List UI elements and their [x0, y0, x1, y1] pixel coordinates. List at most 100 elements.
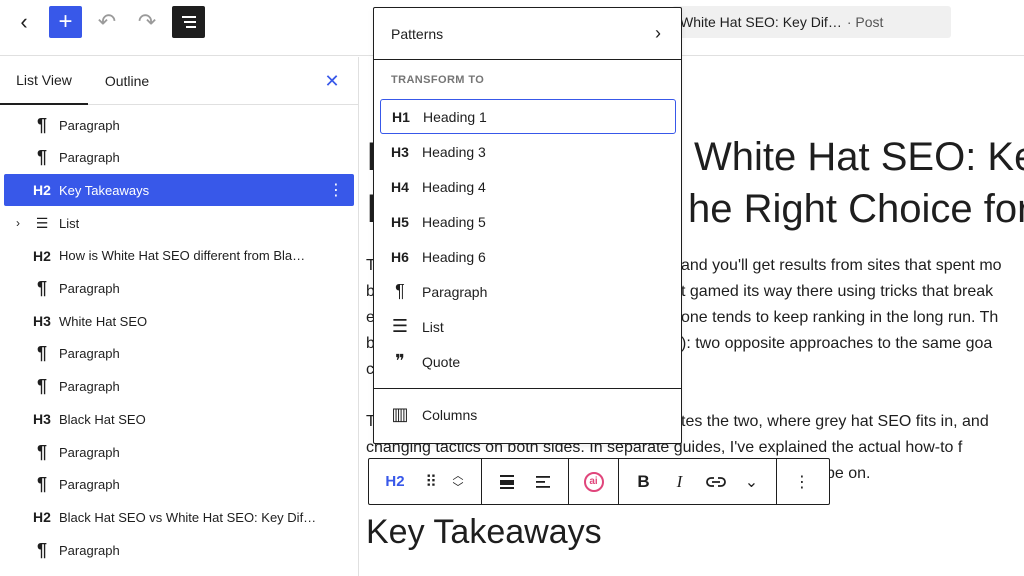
- heading-icon: H4: [391, 178, 409, 195]
- list-view-row[interactable]: ¶ Paragraph: [4, 273, 354, 305]
- heading-icon: H2: [33, 509, 51, 526]
- tab-list-view[interactable]: List View: [0, 57, 88, 105]
- expand-chevron-icon[interactable]: ›: [10, 216, 26, 230]
- list-view-row-label: White Hat SEO: [59, 313, 148, 329]
- list-view-row[interactable]: H2 Key Takeaways ⋮: [4, 174, 354, 207]
- list-view-row-label: Paragraph: [59, 542, 120, 558]
- transform-option-label: Heading 4: [422, 178, 486, 195]
- list-view-row-label: Paragraph: [59, 346, 120, 362]
- ai-assistant-button[interactable]: ai: [576, 464, 612, 500]
- transform-heading-1[interactable]: H1 Heading 1: [380, 99, 676, 134]
- patterns-label: Patterns: [391, 25, 444, 42]
- paragraph-icon: ¶: [36, 147, 47, 168]
- transform-heading-3[interactable]: H3 Heading 3: [380, 134, 676, 169]
- heading-icon: H6: [391, 248, 409, 265]
- list-view-row-label: Paragraph: [59, 379, 120, 395]
- key-takeaways-heading[interactable]: Key Takeaways: [366, 513, 602, 552]
- transform-option-label: Quote: [422, 353, 461, 370]
- move-down-icon[interactable]: ﹀: [453, 482, 464, 494]
- transform-quote[interactable]: ❞ Quote: [380, 344, 676, 379]
- italic-button[interactable]: I: [662, 464, 698, 500]
- para-line-1[interactable]: t gamed its way there using tricks that …: [681, 279, 993, 305]
- list-view-row[interactable]: H3 Black Hat SEO: [4, 403, 354, 435]
- drag-handle-icon[interactable]: ⠿: [417, 464, 445, 500]
- sidebar-tabs: List View Outline ✕: [0, 57, 358, 105]
- transform-option-label: List: [422, 318, 444, 335]
- list-view-row[interactable]: ¶ Paragraph: [4, 371, 354, 403]
- align-left-icon: [536, 475, 550, 488]
- list-view-row-label: Black Hat SEO vs White Hat SEO: Key Dif…: [59, 509, 317, 525]
- paragraph-icon: ¶: [36, 441, 47, 462]
- list-view-row[interactable]: › ☰ List: [4, 207, 354, 239]
- list-view-row-label: How is White Hat SEO different from Bla…: [59, 248, 306, 264]
- list-view-row[interactable]: ¶ Paragraph: [4, 338, 354, 370]
- block-transform-popover: Patterns › TRANSFORM TO H1 Heading 1 H3 Hea…: [373, 7, 682, 444]
- back-chevron-icon[interactable]: ‹: [8, 6, 40, 38]
- para-line-0[interactable]: and you'll get results from sites that s…: [681, 253, 1002, 279]
- list-view-row[interactable]: H2 How is White Hat SEO different from Bl…: [4, 240, 354, 272]
- list-icon: ☰: [35, 214, 49, 231]
- link-icon: [705, 476, 726, 487]
- more-rich-text-chevron-down-icon[interactable]: ⌄: [734, 464, 770, 500]
- list-view-row[interactable]: H2 Black Hat SEO vs White Hat SEO: Key Di…: [4, 501, 354, 533]
- move-up-icon[interactable]: ︿: [453, 470, 464, 482]
- tab-outline[interactable]: Outline: [96, 57, 158, 105]
- heading-icon: H2: [33, 247, 51, 264]
- transform-option-label: Heading 3: [422, 143, 486, 160]
- popover-divider: [374, 388, 681, 389]
- document-overview-button[interactable]: [172, 6, 205, 38]
- block-options-icon[interactable]: ⋮: [784, 464, 820, 500]
- link-button[interactable]: [698, 464, 734, 500]
- bold-button[interactable]: B: [626, 464, 662, 500]
- list-view-row-label: Paragraph: [59, 150, 120, 166]
- list-view-row[interactable]: ¶ Paragraph: [4, 436, 354, 468]
- list-view-row[interactable]: H3 White Hat SEO: [4, 305, 354, 337]
- quote-icon: ❞: [395, 351, 405, 371]
- transform-to-heading: TRANSFORM TO: [391, 74, 485, 86]
- paragraph-icon: ¶: [36, 376, 47, 397]
- list-view-row-label: Paragraph: [59, 117, 120, 133]
- paragraph-icon: ¶: [36, 474, 47, 495]
- list-view-row[interactable]: ¶ Paragraph: [4, 109, 354, 141]
- heading-icon: H3: [33, 411, 51, 428]
- transform-heading-4[interactable]: H4 Heading 4: [380, 169, 676, 204]
- list-view-icon: [181, 16, 196, 28]
- block-type-h2-button[interactable]: H2: [373, 464, 417, 500]
- document-title-bar[interactable]: White Hat SEO: Key Dif… · Post: [672, 6, 951, 38]
- para2-line-1[interactable]: tes the two, where grey hat SEO fits in,…: [681, 409, 989, 435]
- paragraph-icon: ¶: [36, 343, 47, 364]
- block-toolbar: H2 ⠿ ︿ ﹀ ai B I ⌄ ⋮: [368, 458, 830, 505]
- transform-paragraph[interactable]: ¶ Paragraph: [380, 274, 676, 309]
- list-view-row-label: Black Hat SEO: [59, 411, 146, 427]
- post-title-line-2[interactable]: he Right Choice for: [688, 183, 1024, 235]
- transform-heading-5[interactable]: H5 Heading 5: [380, 204, 676, 239]
- list-view-row[interactable]: ¶ Paragraph: [4, 142, 354, 174]
- undo-button[interactable]: ↶: [92, 6, 122, 38]
- para-line-2[interactable]: one tends to keep ranking in the long ru…: [681, 305, 998, 331]
- redo-button[interactable]: ↷: [132, 6, 162, 38]
- patterns-menu-item[interactable]: Patterns ›: [374, 8, 681, 60]
- post-title-line-1[interactable]: White Hat SEO: Ke: [694, 131, 1024, 183]
- list-view-sidebar: List View Outline ✕ ¶ Paragraph ¶ Paragraph…: [0, 57, 359, 576]
- list-view-row[interactable]: ¶ Paragraph: [4, 469, 354, 501]
- toolbar-group-options: ⋮: [777, 459, 827, 504]
- align-wide-icon[interactable]: [489, 464, 525, 500]
- close-icon[interactable]: ✕: [320, 69, 344, 93]
- transform-heading-6[interactable]: H6 Heading 6: [380, 239, 676, 274]
- para2-line-3[interactable]: be on.: [826, 461, 870, 487]
- document-type: · Post: [846, 14, 884, 30]
- heading-icon: H3: [33, 313, 51, 330]
- row-options-icon[interactable]: ⋮: [326, 180, 346, 200]
- text-align-icon[interactable]: [525, 464, 561, 500]
- list-view-row[interactable]: ¶ Paragraph: [4, 534, 354, 566]
- transform-columns[interactable]: ▥ Columns: [380, 397, 676, 432]
- block-mover: ︿ ﹀: [445, 470, 471, 494]
- toolbar-group-block: H2 ⠿ ︿ ﹀: [369, 459, 482, 504]
- para-line-3[interactable]: ): two opposite approaches to the same g…: [681, 331, 992, 357]
- heading-icon: H3: [391, 143, 409, 160]
- align-full-icon: [500, 474, 514, 489]
- toolbar-group-ai: ai: [569, 459, 619, 504]
- transform-list[interactable]: ☰ List: [380, 309, 676, 344]
- add-block-button[interactable]: +: [49, 6, 82, 38]
- paragraph-icon: ¶: [36, 114, 47, 135]
